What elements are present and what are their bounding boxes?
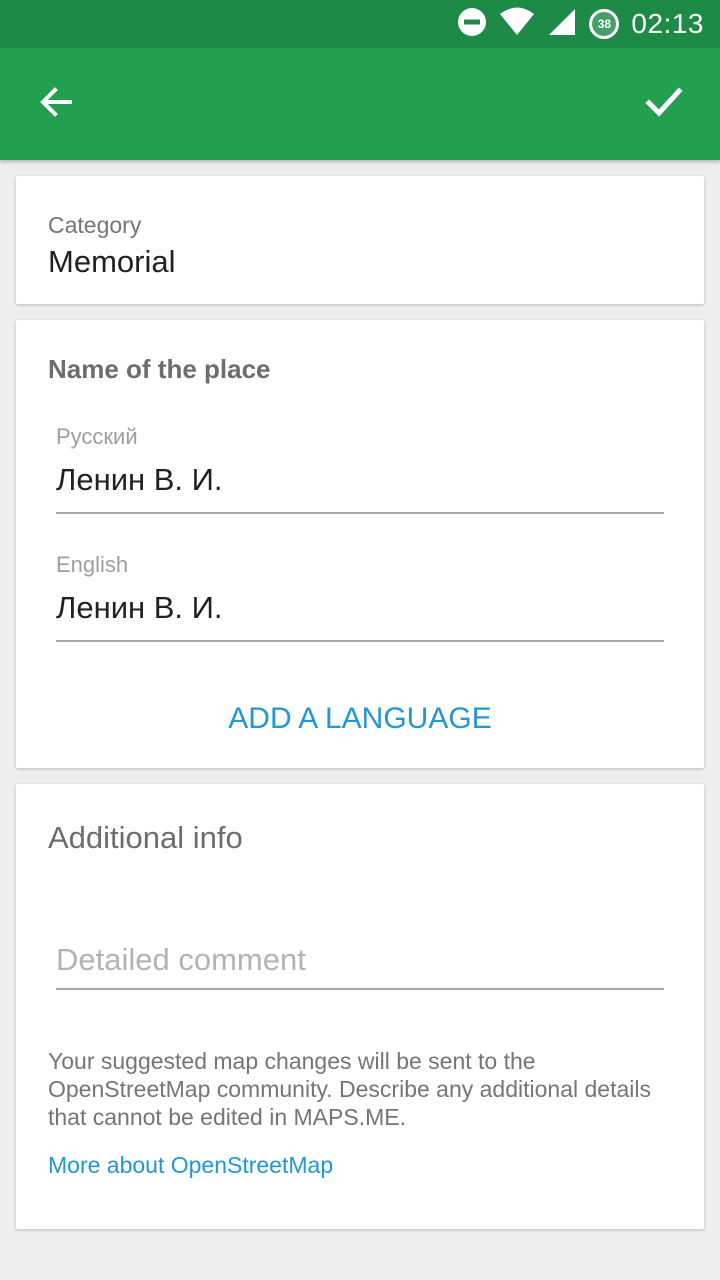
additional-info-title: Additional info xyxy=(48,820,243,855)
add-language-button[interactable]: ADD A LANGUAGE xyxy=(16,702,704,736)
do-not-disturb-icon xyxy=(457,7,487,42)
field-underline xyxy=(56,988,664,990)
name-field-input[interactable]: Ленин В. И. xyxy=(56,584,664,640)
place-name-card: Name of the place Русский Ленин В. И. En… xyxy=(16,320,704,768)
field-underline xyxy=(56,512,664,514)
category-card[interactable]: Category Memorial xyxy=(16,176,704,304)
field-underline xyxy=(56,640,664,642)
place-name-title: Name of the place xyxy=(48,354,271,384)
signal-icon xyxy=(547,7,577,42)
name-field-english[interactable]: English Ленин В. И. xyxy=(56,552,664,642)
detailed-comment-field[interactable]: Detailed comment xyxy=(56,942,664,990)
back-button[interactable] xyxy=(28,76,84,132)
battery-level: 38 xyxy=(597,17,612,31)
detailed-comment-input[interactable]: Detailed comment xyxy=(56,942,664,988)
name-field-input[interactable]: Ленин В. И. xyxy=(56,456,664,512)
done-button[interactable] xyxy=(636,76,692,132)
battery-icon: 38 xyxy=(589,9,620,39)
additional-info-card: Additional info Detailed comment Your su… xyxy=(16,784,704,1229)
wifi-icon xyxy=(499,7,535,42)
toolbar xyxy=(0,48,720,160)
status-icons: 38 02:13 xyxy=(457,0,704,48)
name-field-label: Русский xyxy=(56,424,138,449)
status-bar: 38 02:13 xyxy=(0,0,720,48)
category-value: Memorial xyxy=(48,244,176,279)
info-description: Your suggested map changes will be sent … xyxy=(48,1048,651,1130)
openstreetmap-link[interactable]: More about OpenStreetMap xyxy=(48,1152,333,1179)
name-field-label: English xyxy=(56,552,129,577)
check-icon xyxy=(645,83,683,126)
status-time: 02:13 xyxy=(631,8,704,39)
name-field-russian[interactable]: Русский Ленин В. И. xyxy=(56,424,664,514)
category-label: Category xyxy=(48,212,142,238)
arrow-left-icon xyxy=(38,84,74,125)
